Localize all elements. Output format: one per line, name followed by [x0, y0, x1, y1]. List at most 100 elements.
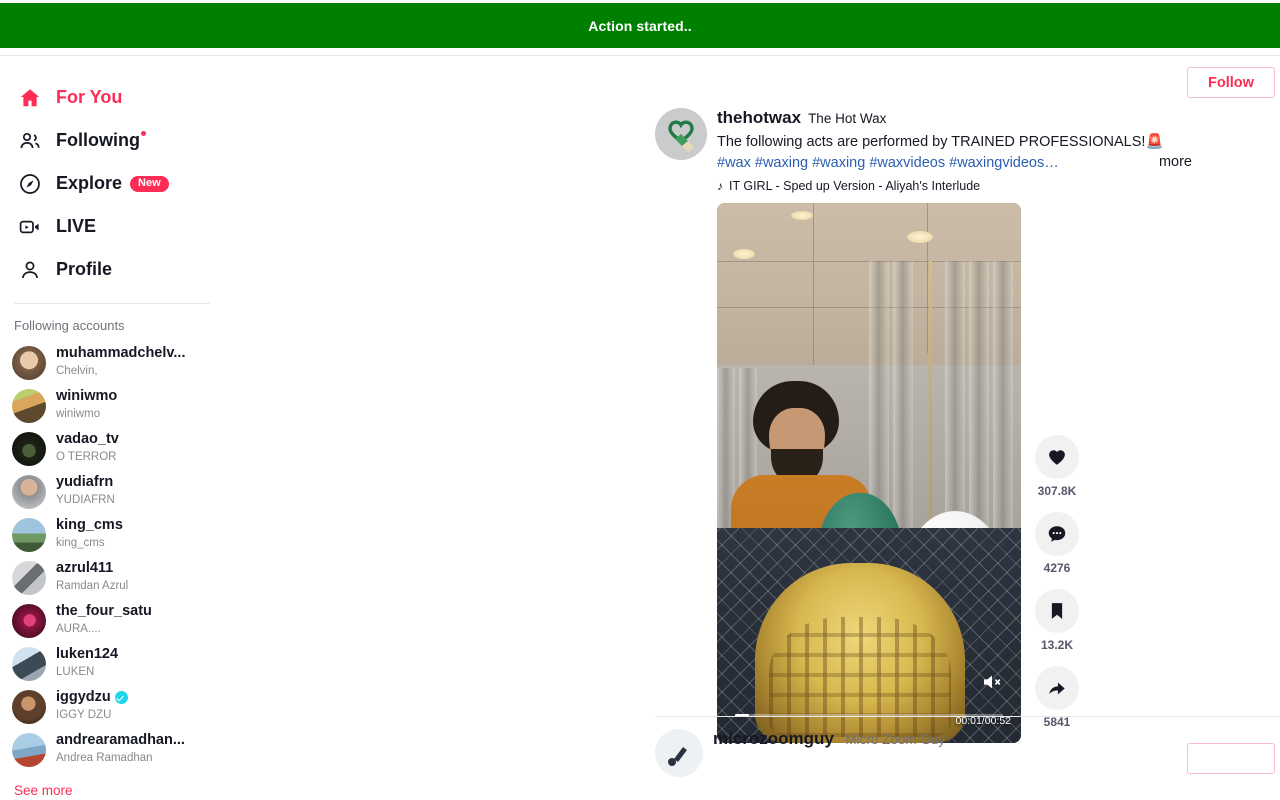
- avatar: [12, 474, 46, 509]
- post-username[interactable]: thehotwax: [717, 108, 801, 128]
- account-displayname: Chelvin,: [56, 365, 98, 377]
- sidebar-item-label: Following: [56, 130, 140, 150]
- bookmark-icon[interactable]: [1035, 589, 1079, 633]
- page-body: For You Following Explore New LIVE Profi…: [0, 56, 1280, 800]
- account-displayname: Andrea Ramadhan: [56, 752, 153, 764]
- list-item[interactable]: andrearamadhan... Andrea Ramadhan: [0, 728, 250, 771]
- list-item[interactable]: yudiafrn YUDIAFRN: [0, 470, 250, 513]
- comment-action[interactable]: 4276: [1035, 512, 1079, 575]
- follow-button[interactable]: [1187, 743, 1275, 774]
- account-username: muhammadchelv...: [56, 346, 186, 361]
- avatar[interactable]: [655, 108, 707, 160]
- account-username: azrul411: [56, 561, 114, 576]
- list-item[interactable]: winiwmo winiwmo: [0, 384, 250, 427]
- ceiling-light: [733, 249, 755, 259]
- comment-count: 4276: [1043, 561, 1071, 575]
- following-accounts-title: Following accounts: [14, 318, 125, 333]
- caption-text: The following acts are performed by TRAI…: [717, 134, 1164, 150]
- account-username: iggydzu: [56, 690, 128, 705]
- list-item[interactable]: luken124 LUKEN: [0, 642, 250, 685]
- avatar[interactable]: [655, 729, 703, 777]
- list-item[interactable]: the_four_satu AURA....: [0, 599, 250, 642]
- avatar: [12, 345, 46, 380]
- cape-greek-key: [769, 617, 951, 737]
- avatar: [12, 689, 46, 724]
- avatar: [12, 603, 46, 638]
- sidebar-item-for-you[interactable]: For You: [0, 76, 250, 119]
- post-username[interactable]: microzoomguy: [713, 729, 834, 748]
- music-note-icon: ♪: [717, 179, 723, 193]
- caption-more-button[interactable]: more: [1159, 154, 1192, 170]
- music-title: IT GIRL - Sped up Version - Aliyah's Int…: [729, 179, 981, 193]
- share-icon[interactable]: [1035, 666, 1079, 710]
- account-displayname: AURA....: [56, 623, 101, 635]
- list-item[interactable]: iggydzu IGGY DZU: [0, 685, 250, 728]
- share-action[interactable]: 5841: [1035, 666, 1079, 729]
- share-count: 5841: [1043, 715, 1071, 729]
- account-displayname: winiwmo: [56, 408, 101, 420]
- list-item[interactable]: king_cms king_cms: [0, 513, 250, 556]
- feed: thehotwax The Hot Wax The following acts…: [655, 56, 1280, 800]
- comment-icon[interactable]: [1035, 512, 1079, 556]
- post-music-row[interactable]: ♪ IT GIRL - Sped up Version - Aliyah's I…: [717, 179, 1237, 193]
- list-item[interactable]: muhammadchelv... Chelvin,: [0, 341, 250, 384]
- mute-icon[interactable]: [979, 669, 1005, 695]
- sidebar: For You Following Explore New LIVE Profi…: [0, 56, 250, 800]
- bookmark-action[interactable]: 13.2K: [1035, 589, 1079, 652]
- account-username: luken124: [56, 647, 119, 662]
- sidebar-item-live[interactable]: LIVE: [0, 205, 250, 248]
- post-header: thehotwax The Hot Wax The following acts…: [655, 67, 1280, 193]
- post-caption: The following acts are performed by TRAI…: [717, 132, 1172, 174]
- avatar: [12, 560, 46, 595]
- like-count: 307.8K: [1037, 484, 1077, 498]
- heart-icon[interactable]: [1035, 435, 1079, 479]
- account-displayname: YUDIAFRN: [56, 494, 115, 506]
- post-separator: [655, 716, 1280, 717]
- account-username: winiwmo: [56, 389, 118, 404]
- bookmark-count: 13.2K: [1040, 638, 1074, 652]
- home-icon: [14, 82, 46, 114]
- like-action[interactable]: 307.8K: [1035, 435, 1079, 498]
- list-item[interactable]: vadao_tv O TERROR: [0, 427, 250, 470]
- status-banner-text: Action started..: [588, 17, 692, 34]
- account-displayname: LUKEN: [56, 666, 95, 678]
- video-player[interactable]: 00:01/00:52: [717, 203, 1021, 743]
- person-icon: [14, 254, 46, 286]
- account-displayname: king_cms: [56, 537, 105, 549]
- post-displayname: Micro Zoom Guy: [845, 732, 946, 747]
- feed-post: thehotwax The Hot Wax The following acts…: [655, 56, 1280, 777]
- live-video-icon: [14, 211, 46, 243]
- avatar: [12, 517, 46, 552]
- following-people-icon: [14, 125, 46, 157]
- verified-badge-icon: [114, 691, 128, 704]
- post-displayname: The Hot Wax: [808, 111, 887, 126]
- sidebar-item-label: For You: [56, 87, 123, 107]
- ceiling-line: [813, 203, 814, 373]
- explore-new-badge: New: [130, 175, 169, 192]
- account-username: yudiafrn: [56, 475, 114, 490]
- video-row: 00:01/00:52 307.8K 4276 13.2K 5841: [717, 203, 1280, 743]
- ceiling-light: [791, 211, 813, 220]
- ceiling-light: [907, 231, 933, 243]
- post-author-row: thehotwax The Hot Wax: [717, 108, 1237, 128]
- avatar: [12, 732, 46, 767]
- sidebar-nav: For You Following Explore New LIVE Profi…: [0, 56, 250, 291]
- caption-hashtags[interactable]: #wax #waxing #waxing #waxvideos #waxingv…: [717, 155, 1059, 171]
- feed-post-next: microzoomguy Micro Zoom Guy: [655, 729, 1280, 777]
- sidebar-item-profile[interactable]: Profile: [0, 248, 250, 291]
- account-displayname: Ramdan Azrul: [56, 580, 129, 592]
- status-banner: Action started..: [0, 3, 1280, 48]
- sidebar-item-label: Profile: [56, 259, 113, 279]
- sidebar-item-explore[interactable]: Explore New: [0, 162, 250, 205]
- compass-icon: [14, 168, 46, 200]
- avatar: [12, 388, 46, 423]
- see-more-link[interactable]: See more: [0, 771, 250, 798]
- sidebar-item-following[interactable]: Following: [0, 119, 250, 162]
- avatar: [12, 646, 46, 681]
- list-item[interactable]: azrul411 Ramdan Azrul: [0, 556, 250, 599]
- following-notification-dot: [140, 131, 146, 136]
- ceiling-line: [927, 203, 928, 353]
- post-body: thehotwax The Hot Wax The following acts…: [717, 108, 1237, 193]
- follow-button[interactable]: Follow: [1187, 67, 1275, 98]
- post-actions: 307.8K 4276 13.2K 5841: [1035, 435, 1079, 743]
